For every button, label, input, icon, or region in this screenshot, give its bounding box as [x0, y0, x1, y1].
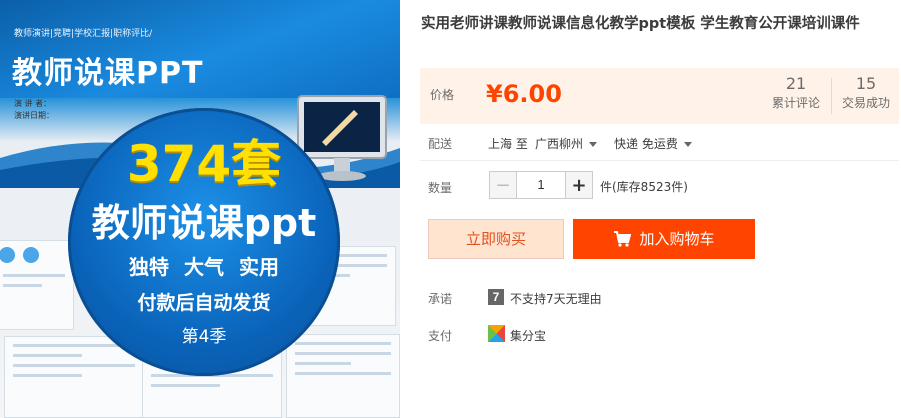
add-to-cart-button[interactable]: 加入购物车 [573, 219, 755, 259]
badge-season: 第4季 [181, 327, 227, 347]
shipping-from: 上海 至 [488, 137, 528, 151]
deals-label: 交易成功 [841, 96, 890, 110]
chevron-down-icon [589, 142, 598, 147]
deals-stat: 15 交易成功 [836, 74, 896, 112]
stat-divider [831, 78, 832, 114]
shipping-destination: 广西柳州 [535, 137, 584, 151]
stock-text: 件(库存8523件) [600, 180, 688, 194]
promise-text[interactable]: 不支持7天无理由 [510, 290, 602, 307]
image-subline: 教师演讲|竞聘|学校汇报|职称评比/ [14, 29, 153, 39]
add-to-cart-label: 加入购物车 [639, 230, 715, 248]
quantity-stepper: − 1 + [489, 171, 593, 199]
price-panel: 价格 ¥6.00 21 累计评论 15 交易成功 [420, 68, 899, 124]
deals-count: 15 [855, 74, 877, 93]
decrease-button[interactable]: − [490, 172, 516, 198]
divider [420, 160, 899, 161]
cart-icon [614, 231, 632, 247]
price-label: 价格 [430, 88, 455, 102]
product-detail-page: 教师演讲|竞聘|学校汇报|职称评比/ 教师说课PPT 演 讲 者： 演讲日期： [0, 0, 901, 418]
slide-thumbnail [0, 240, 74, 330]
reviews-count: 21 [785, 74, 807, 93]
image-presenter-info: 演 讲 者： 演讲日期： [14, 98, 54, 122]
product-main-image[interactable]: 教师演讲|竞聘|学校汇报|职称评比/ 教师说课PPT 演 讲 者： 演讲日期： [0, 0, 400, 418]
quantity-label: 数量 [428, 181, 453, 195]
promise-label: 承诺 [428, 292, 453, 306]
shipping-label: 配送 [428, 137, 453, 151]
quantity-input[interactable]: 1 [516, 172, 566, 198]
reviews-stat[interactable]: 21 累计评论 [764, 74, 828, 112]
badge-features: 独特 大气 实用 [129, 255, 279, 279]
badge-name: 教师说课ppt [91, 201, 317, 245]
shipping-method: 快递 免运费 [614, 137, 678, 151]
image-presenter-line: 演 讲 者： [14, 99, 52, 108]
shipping-method-select[interactable]: 快递 免运费 [614, 135, 692, 152]
buy-now-button[interactable]: 立即购买 [428, 219, 564, 259]
image-circle-badge: 374套 教师说课ppt 独特 大气 实用 付款后自动发货 第4季 [68, 108, 340, 376]
shipping-destination-select[interactable]: 广西柳州 [535, 135, 598, 152]
image-title: 教师说课PPT [12, 56, 204, 91]
chevron-down-icon [683, 142, 692, 147]
increase-button[interactable]: + [566, 172, 592, 198]
badge-delivery: 付款后自动发货 [137, 292, 271, 314]
price-value: ¥6.00 [486, 80, 562, 108]
seven-day-icon: 7 [488, 289, 504, 305]
badge-count: 374套 [126, 135, 282, 193]
jifenbao-icon [488, 325, 505, 342]
product-title: 实用老师讲课教师说课信息化教学ppt模板 学生教育公开课培训课件 [421, 16, 860, 32]
payment-label: 支付 [428, 329, 453, 343]
reviews-label: 累计评论 [771, 96, 820, 110]
payment-method[interactable]: 集分宝 [510, 327, 546, 344]
image-date-line: 演讲日期： [14, 111, 54, 120]
